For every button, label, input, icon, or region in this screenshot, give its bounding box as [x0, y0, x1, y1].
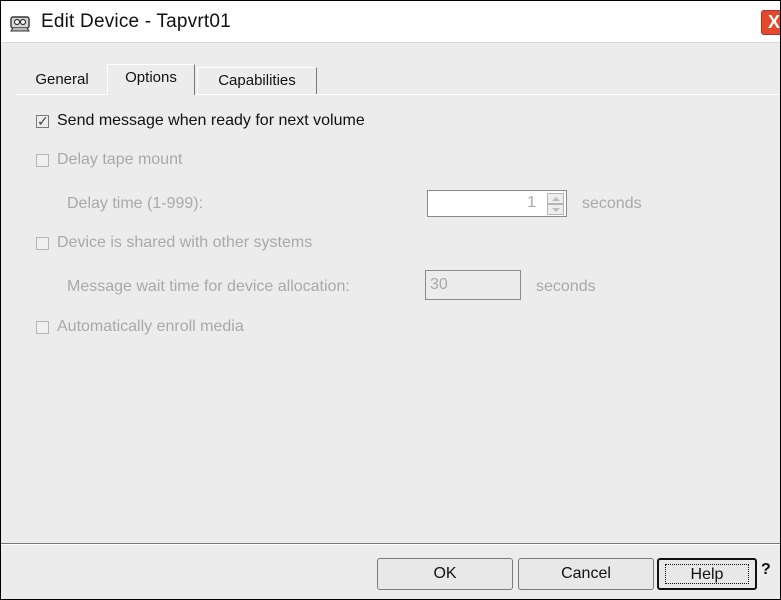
title-bar: Edit Device - Tapvrt01 X — [1, 1, 780, 43]
close-button[interactable]: X — [761, 10, 780, 35]
auto-enroll-checkbox[interactable] — [36, 321, 49, 334]
tab-panel-edge — [195, 94, 780, 95]
delay-tape-mount-label: Delay tape mount — [57, 151, 183, 168]
tab-capabilities[interactable]: Capabilities — [197, 67, 317, 94]
delay-time-value: 1 — [527, 194, 536, 211]
spin-down-button[interactable] — [547, 204, 564, 215]
spin-up-button[interactable] — [547, 193, 564, 204]
tab-options[interactable]: Options — [107, 64, 195, 95]
tab-general[interactable]: General — [17, 67, 107, 94]
footer-divider — [1, 544, 780, 545]
shared-device-checkbox[interactable] — [36, 237, 49, 250]
close-icon: X — [767, 12, 780, 32]
shared-device-label: Device is shared with other systems — [57, 234, 313, 251]
send-message-label: Send message when ready for next volume — [57, 112, 365, 129]
message-wait-input[interactable]: 30 — [425, 270, 521, 300]
delay-time-spinner[interactable]: 1 — [427, 190, 567, 217]
message-wait-unit: seconds — [536, 278, 596, 295]
tape-device-icon — [9, 12, 33, 32]
cancel-button[interactable]: Cancel — [518, 558, 654, 590]
message-wait-label: Message wait time for device allocation: — [67, 278, 350, 295]
help-button[interactable]: Help — [657, 558, 757, 590]
auto-enroll-label: Automatically enroll media — [57, 318, 244, 335]
edit-device-dialog: Edit Device - Tapvrt01 X General Options… — [0, 0, 781, 600]
arrow-up-icon — [552, 197, 560, 201]
checkmark-icon: ✓ — [37, 113, 49, 129]
delay-time-unit: seconds — [582, 195, 642, 212]
delay-time-label: Delay time (1-999): — [67, 195, 204, 212]
context-help-button[interactable]: ? — [761, 561, 771, 579]
arrow-down-icon — [552, 208, 560, 212]
ok-button[interactable]: OK — [377, 558, 513, 590]
help-button-label: Help — [665, 564, 749, 584]
tab-panel-edge — [17, 94, 107, 95]
delay-tape-mount-checkbox[interactable] — [36, 154, 49, 167]
send-message-checkbox[interactable]: ✓ — [36, 113, 49, 129]
window-title: Edit Device - Tapvrt01 — [41, 11, 231, 32]
